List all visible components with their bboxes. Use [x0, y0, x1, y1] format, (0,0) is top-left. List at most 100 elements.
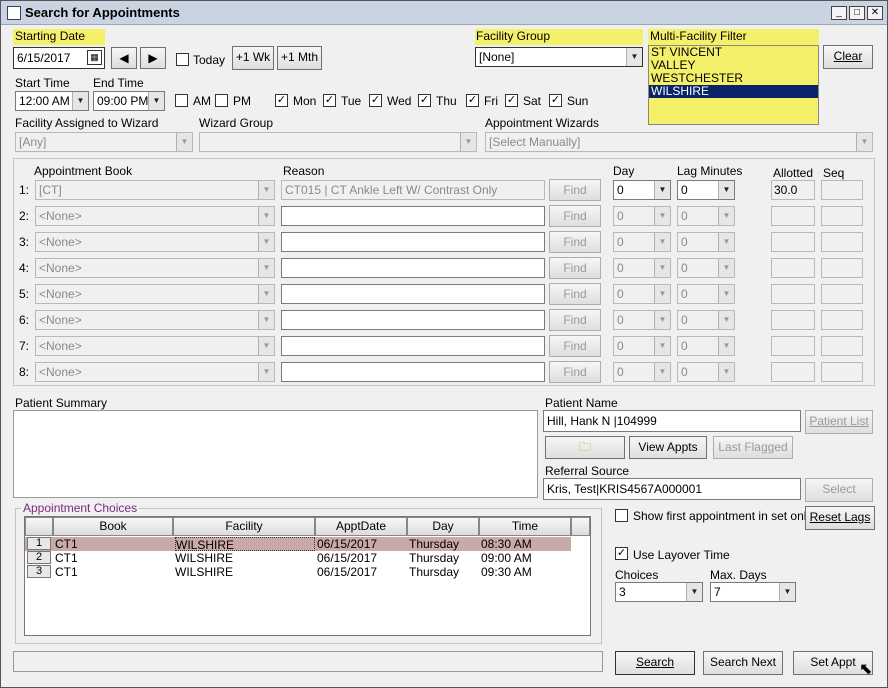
choices-select[interactable]: 3 ▼: [615, 582, 703, 602]
find-button[interactable]: Find: [549, 361, 601, 383]
last-flagged-button[interactable]: Last Flagged: [713, 436, 793, 459]
grid-header[interactable]: [571, 517, 590, 536]
day-select[interactable]: 0 ▼: [613, 336, 671, 356]
day-select[interactable]: 0 ▼: [613, 180, 671, 200]
day-value: 0: [617, 261, 624, 275]
appointment-choices-grid[interactable]: Book Facility ApptDate Day Time 1 CT1 WILSHIRE…: [24, 516, 591, 636]
appointment-book-select[interactable]: <None> ▼: [35, 232, 275, 252]
appointment-book-select[interactable]: <None> ▼: [35, 258, 275, 278]
use-layover-label: Use Layover Time: [633, 548, 730, 562]
reason-input[interactable]: [281, 232, 545, 252]
reason-input[interactable]: [281, 362, 545, 382]
appointment-book-select[interactable]: <None> ▼: [35, 284, 275, 304]
day-select[interactable]: 0 ▼: [613, 310, 671, 330]
clear-button[interactable]: Clear: [823, 45, 873, 69]
reason-input[interactable]: [281, 284, 545, 304]
table-row[interactable]: 1 CT1 WILSHIRE 06/15/2017 Thursday 08:30 AM: [25, 537, 571, 552]
patient-summary-box[interactable]: [13, 410, 538, 498]
lag-select[interactable]: 0 ▼: [677, 258, 735, 278]
find-button[interactable]: Find: [549, 257, 601, 279]
day-select[interactable]: 0 ▼: [613, 362, 671, 382]
day-checkbox-tue[interactable]: ✓: [323, 94, 336, 107]
find-button[interactable]: Find: [549, 205, 601, 227]
search-next-button[interactable]: Search Next: [703, 651, 783, 675]
find-button[interactable]: Find: [549, 283, 601, 305]
find-button[interactable]: Find: [549, 231, 601, 253]
grid-header[interactable]: Facility: [173, 517, 315, 536]
facility-option[interactable]: WILSHIRE: [649, 85, 818, 98]
patient-list-button[interactable]: Patient List: [805, 410, 873, 434]
grid-header[interactable]: Day: [407, 517, 479, 536]
row-selector[interactable]: 3: [27, 565, 51, 578]
calendar-icon[interactable]: ▦: [87, 50, 102, 65]
day-checkbox-mon[interactable]: ✓: [275, 94, 288, 107]
appointment-book-select[interactable]: <None> ▼: [35, 336, 275, 356]
lag-select[interactable]: 0 ▼: [677, 336, 735, 356]
folder-button[interactable]: 🗀: [545, 436, 625, 459]
day-checkbox-wed[interactable]: ✓: [369, 94, 382, 107]
facility-group-select[interactable]: [None] ▼: [475, 47, 643, 67]
reason-input[interactable]: [281, 336, 545, 356]
day-checkbox-sun[interactable]: ✓: [549, 94, 562, 107]
lag-select[interactable]: 0 ▼: [677, 284, 735, 304]
day-checkbox-fri[interactable]: ✓: [466, 94, 479, 107]
facility-wizard-select[interactable]: [Any] ▼: [15, 132, 193, 152]
day-select[interactable]: 0 ▼: [613, 232, 671, 252]
reason-input[interactable]: [281, 258, 545, 278]
lag-select[interactable]: 0 ▼: [677, 206, 735, 226]
multi-facility-list[interactable]: ST VINCENT VALLEY WESTCHESTER WILSHIRE: [648, 45, 819, 125]
maximize-button[interactable]: □: [849, 6, 865, 20]
cell-day: Thursday: [409, 565, 460, 579]
lag-select[interactable]: 0 ▼: [677, 362, 735, 382]
use-layover-checkbox[interactable]: ✓: [615, 547, 628, 560]
appointment-book-select[interactable]: <None> ▼: [35, 362, 275, 382]
table-row[interactable]: 2 CT1 WILSHIRE 06/15/2017 Thursday 09:00 AM: [25, 551, 571, 565]
wizard-group-select[interactable]: ▼: [199, 132, 477, 152]
pm-checkbox[interactable]: [215, 94, 228, 107]
lag-select[interactable]: 0 ▼: [677, 232, 735, 252]
appointment-book-select[interactable]: <None> ▼: [35, 310, 275, 330]
grid-header[interactable]: ApptDate: [315, 517, 407, 536]
day-select[interactable]: 0 ▼: [613, 258, 671, 278]
reason-input[interactable]: [281, 310, 545, 330]
appointment-wizards-select[interactable]: [Select Manually] ▼: [485, 132, 873, 152]
end-time-select[interactable]: 09:00 PM ▼: [93, 91, 165, 111]
lag-select[interactable]: 0 ▼: [677, 310, 735, 330]
seq-field: [821, 180, 863, 200]
show-first-checkbox[interactable]: [615, 509, 628, 522]
max-days-select[interactable]: 7 ▼: [710, 582, 796, 602]
day-checkbox-thu[interactable]: ✓: [418, 94, 431, 107]
view-appts-button[interactable]: View Appts: [629, 436, 707, 459]
row-selector[interactable]: 1: [27, 537, 51, 550]
next-date-button[interactable]: ▶: [140, 47, 166, 69]
start-time-select[interactable]: 12:00 AM ▼: [15, 91, 89, 111]
select-referral-button[interactable]: Select: [805, 478, 873, 502]
prev-date-button[interactable]: ◀: [111, 47, 137, 69]
referral-source-input[interactable]: Kris, Test|KRIS4567A000001: [543, 478, 801, 500]
appointment-book-select[interactable]: [CT] ▼: [35, 180, 275, 200]
grid-header[interactable]: [25, 517, 53, 536]
lag-select[interactable]: 0 ▼: [677, 180, 735, 200]
search-button[interactable]: Search: [615, 651, 695, 675]
find-button[interactable]: Find: [549, 335, 601, 357]
plus-month-button[interactable]: +1 Mth: [277, 46, 322, 70]
grid-header[interactable]: Time: [479, 517, 571, 536]
today-checkbox[interactable]: [176, 53, 189, 66]
day-checkbox-sat[interactable]: ✓: [505, 94, 518, 107]
reset-lags-button[interactable]: Reset Lags: [805, 506, 875, 530]
day-select[interactable]: 0 ▼: [613, 284, 671, 304]
table-row[interactable]: 3 CT1 WILSHIRE 06/15/2017 Thursday 09:30 AM: [25, 565, 571, 579]
reason-input[interactable]: [281, 206, 545, 226]
day-select[interactable]: 0 ▼: [613, 206, 671, 226]
find-button[interactable]: Find: [549, 309, 601, 331]
grid-header[interactable]: Book: [53, 517, 173, 536]
am-checkbox[interactable]: [175, 94, 188, 107]
plus-week-button[interactable]: +1 Wk: [232, 46, 274, 70]
row-selector[interactable]: 2: [27, 551, 51, 564]
close-button[interactable]: ✕: [867, 6, 883, 20]
patient-name-input[interactable]: Hill, Hank N |104999: [543, 410, 801, 432]
reason-input[interactable]: CT015 | CT Ankle Left W/ Contrast Only: [281, 180, 545, 200]
find-button[interactable]: Find: [549, 179, 601, 201]
minimize-button[interactable]: _: [831, 6, 847, 20]
appointment-book-select[interactable]: <None> ▼: [35, 206, 275, 226]
